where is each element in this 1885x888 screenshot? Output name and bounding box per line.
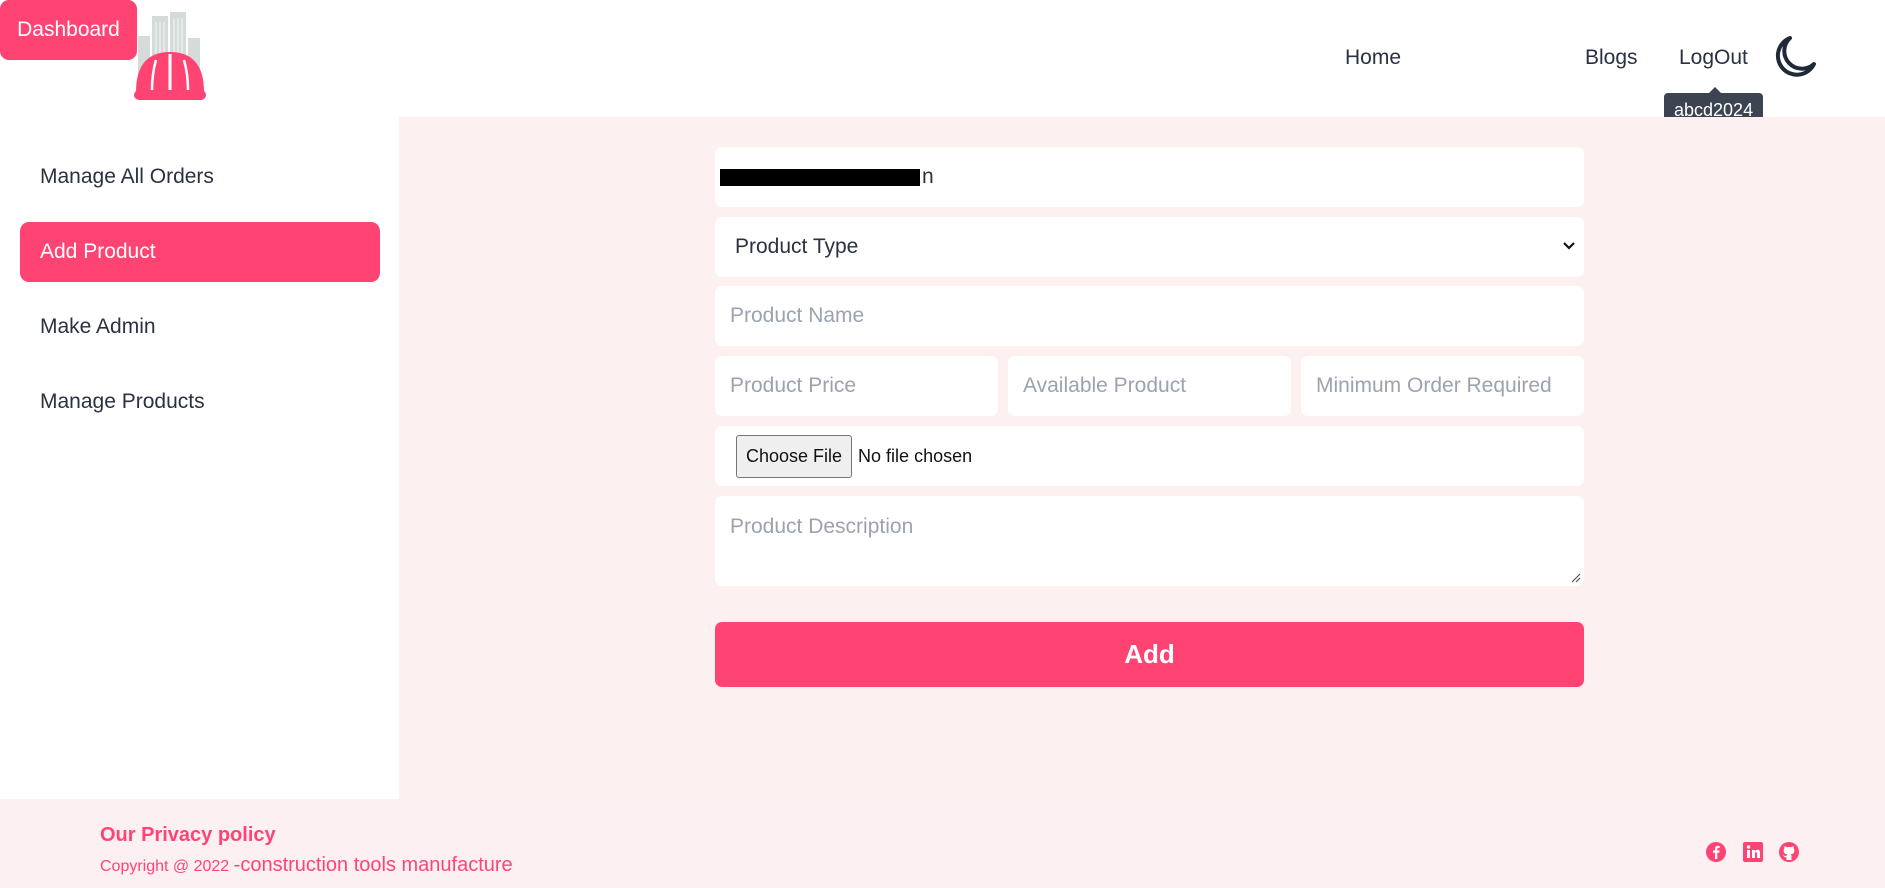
product-price-placeholder: Product Price — [730, 374, 857, 397]
product-name-placeholder: Product Name — [730, 304, 865, 327]
email-field: n — [715, 147, 1584, 207]
privacy-policy-link[interactable]: Our Privacy policy — [100, 824, 276, 847]
header: Home Dashboard Blogs LogOut abcd2024 — [0, 0, 1885, 127]
file-upload-field: Choose File No file chosen — [715, 426, 1584, 486]
available-product-placeholder: Available Product — [1023, 374, 1187, 397]
redacted-email — [720, 169, 920, 186]
sidebar-item-add-product[interactable]: Add Product — [20, 222, 380, 282]
resize-handle-icon[interactable] — [1571, 573, 1581, 583]
copyright-prefix: Copyright @ 2022 — [100, 858, 234, 875]
copyright-text: Copyright @ 2022 -construction tools man… — [100, 854, 513, 877]
moon-icon[interactable] — [1772, 34, 1818, 80]
chevron-down-icon — [1563, 242, 1575, 250]
product-name-input[interactable]: Product Name — [715, 286, 1584, 346]
linkedin-icon[interactable] — [1742, 841, 1764, 863]
copyright-brand: -construction tools manufacture — [233, 854, 513, 876]
file-status: No file chosen — [858, 445, 973, 466]
product-description-textarea[interactable]: Product Description — [715, 496, 1584, 586]
available-product-input[interactable]: Available Product — [1008, 356, 1291, 416]
sidebar-item-manage-products[interactable]: Manage Products — [20, 372, 380, 432]
sidebar-item-make-admin[interactable]: Make Admin — [20, 297, 380, 357]
product-description-placeholder: Product Description — [730, 515, 914, 538]
minimum-order-placeholder: Minimum Order Required — [1316, 374, 1552, 397]
add-button[interactable]: Add — [715, 622, 1584, 687]
product-type-value: Product Type — [735, 235, 859, 258]
choose-file-button[interactable]: Choose File — [736, 434, 853, 478]
github-icon[interactable] — [1778, 841, 1800, 863]
nav-home-link[interactable]: Home — [1345, 46, 1401, 70]
sidebar: Manage All Orders Add Product Make Admin… — [0, 117, 399, 799]
facebook-icon[interactable] — [1705, 841, 1727, 863]
nav-logout-link[interactable]: LogOut — [1679, 46, 1748, 70]
product-price-input[interactable]: Product Price — [715, 356, 998, 416]
email-visible-text: n — [922, 165, 934, 188]
sidebar-item-manage-all-orders[interactable]: Manage All Orders — [20, 147, 380, 207]
nav-dashboard-button[interactable]: Dashboard — [0, 0, 137, 60]
logo[interactable] — [130, 8, 210, 106]
nav-blogs-link[interactable]: Blogs — [1585, 46, 1638, 70]
footer: Our Privacy policy Copyright @ 2022 -con… — [0, 799, 1885, 888]
product-type-select[interactable]: Product Type — [715, 217, 1584, 277]
minimum-order-input[interactable]: Minimum Order Required — [1301, 356, 1584, 416]
